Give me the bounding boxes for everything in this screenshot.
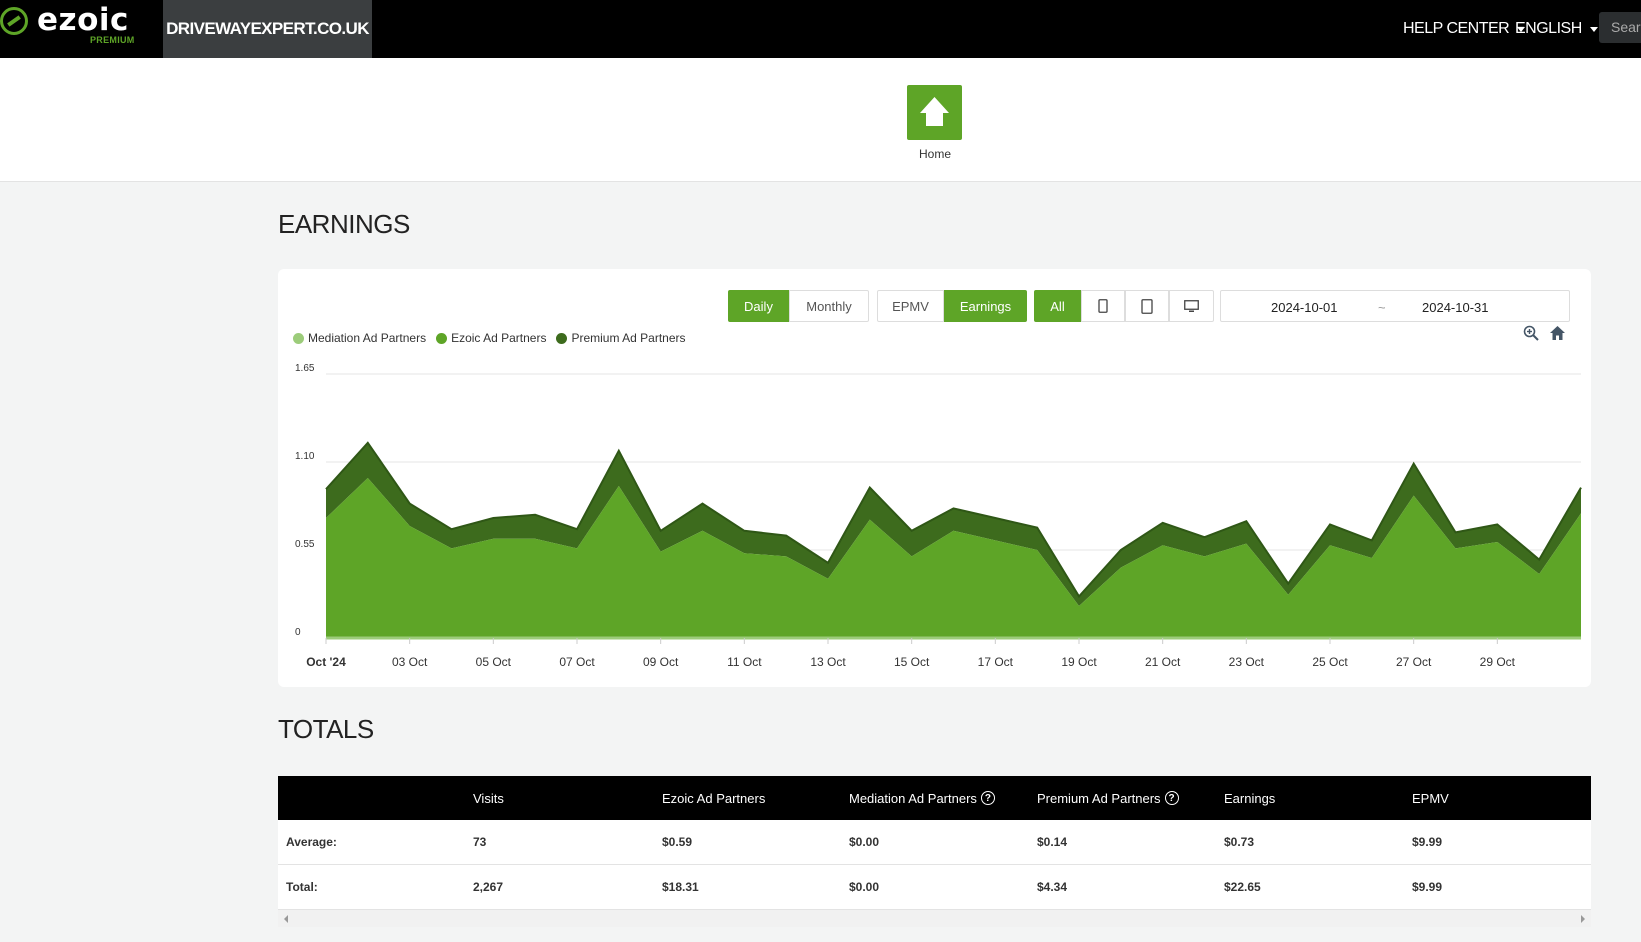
totals-title: TOTALS (278, 714, 374, 744)
x-tick-label: 05 Oct (476, 655, 512, 669)
zoom-icon[interactable] (1523, 325, 1539, 341)
home-label: Home (918, 147, 951, 161)
y-tick-label: 1.10 (295, 451, 315, 462)
column-header-visits: Visits (473, 790, 504, 806)
help-icon[interactable]: ? (1164, 791, 1179, 805)
scroll-right-icon[interactable] (1581, 915, 1585, 923)
row-label: Total: (286, 880, 318, 894)
x-tick-label: 29 Oct (1480, 655, 1516, 669)
legend-item-mediation[interactable]: Mediation Ad Partners (293, 331, 426, 345)
x-tick-label: 27 Oct (1396, 655, 1432, 669)
desktop-button[interactable] (1169, 290, 1214, 322)
x-tick-label: 09 Oct (643, 655, 679, 669)
logo-text: ezoic (37, 2, 129, 38)
table-header: Visits Ezoic Ad Partners Mediation Ad Pa… (278, 776, 1591, 820)
y-tick-label: 1.65 (295, 363, 315, 374)
cell-visits: 73 (473, 835, 487, 849)
site-selector[interactable]: DRIVEWAYEXPERT.CO.UK (163, 0, 372, 58)
x-tick-label: 03 Oct (392, 655, 428, 669)
x-tick-label: 25 Oct (1312, 655, 1348, 669)
legend-dot (436, 332, 448, 344)
x-tick-label: 13 Oct (810, 655, 846, 669)
x-tick-label: 21 Oct (1145, 655, 1181, 669)
cell-mediation: $0.00 (849, 880, 880, 894)
tablet-button[interactable] (1125, 290, 1169, 322)
y-tick-label: 0 (295, 627, 301, 638)
home-icon (920, 97, 949, 126)
legend-label: Mediation Ad Partners (308, 331, 427, 345)
legend-dot (556, 332, 568, 344)
x-tick-label: 17 Oct (978, 655, 1014, 669)
date-range-picker[interactable]: 2024-10-01 ~ 2024-10-31 (1220, 290, 1570, 322)
column-header-label: Premium Ad Partners (1037, 790, 1161, 806)
help-icon[interactable]: ? (980, 791, 995, 805)
earnings-button[interactable]: Earnings (944, 290, 1027, 322)
legend-label: Ezoic Ad Partners (451, 331, 547, 345)
cell-earnings: $0.73 (1224, 835, 1255, 849)
cell-premium: $0.14 (1037, 835, 1068, 849)
cell-mediation: $0.00 (849, 835, 880, 849)
earnings-chart: 0 0.55 1.10 1.65 Oct '24 03 Oct 05 Oct 07 Oct 09… (295, 363, 1582, 669)
column-header-premium: Premium Ad Partners ? (1037, 776, 1179, 820)
column-header-mediation: Mediation Ad Partners ? (849, 776, 995, 820)
legend-dot (293, 332, 304, 344)
column-header-earnings: Earnings (1224, 790, 1276, 806)
table-row: Average: 73 $0.59 $0.00 $0.14 $0.73 $9.9… (278, 820, 1591, 865)
column-header-ezoic: Ezoic Ad Partners (662, 790, 766, 806)
scroll-left-icon[interactable] (284, 915, 288, 923)
reset-zoom-home-icon[interactable] (1549, 325, 1566, 341)
home-button[interactable] (907, 85, 962, 140)
column-header-epmv: EPMV (1412, 790, 1449, 806)
ezoic-logo-icon (0, 7, 28, 35)
mobile-button[interactable] (1081, 290, 1125, 322)
logo-subtitle: PREMIUM (90, 35, 135, 45)
cell-visits: 2,267 (473, 880, 504, 894)
cell-ezoic: $18.31 (662, 880, 699, 894)
totals-table: Visits Ezoic Ad Partners Mediation Ad Pa… (278, 776, 1591, 910)
row-label: Average: (286, 835, 337, 849)
date-to[interactable]: 2024-10-31 (1422, 300, 1489, 315)
date-from[interactable]: 2024-10-01 (1271, 300, 1338, 315)
table-horizontal-scrollbar[interactable] (278, 910, 1591, 927)
metric-toggle: EPMV Earnings (877, 290, 1027, 322)
device-toggle: All (1034, 290, 1214, 322)
home-strip (0, 58, 1641, 182)
cell-epmv: $9.99 (1412, 835, 1443, 849)
x-tick-label: Oct '24 (306, 655, 346, 669)
period-toggle: Daily Monthly (728, 290, 869, 322)
phone-icon (1098, 299, 1108, 313)
monthly-button[interactable]: Monthly (789, 290, 869, 322)
x-tick-label: 11 Oct (727, 655, 762, 669)
cell-earnings: $22.65 (1224, 880, 1261, 894)
help-center-menu[interactable]: HELP CENTER (1403, 0, 1526, 58)
earnings-title: EARNINGS (278, 209, 410, 239)
y-tick-label: 0.55 (295, 539, 315, 550)
date-separator: ~ (1378, 300, 1386, 315)
ezoic-logo[interactable]: ezoic PREMIUM (0, 0, 163, 58)
legend-item-ezoic[interactable]: Ezoic Ad Partners (436, 331, 546, 345)
help-center-label: HELP CENTER (1403, 20, 1510, 37)
desktop-icon (1184, 299, 1199, 312)
top-navbar: ezoic PREMIUM DRIVEWAYEXPERT.CO.UK HELP … (0, 0, 1641, 58)
x-tick-label: 07 Oct (559, 655, 595, 669)
daily-button[interactable]: Daily (728, 290, 789, 322)
legend-item-premium[interactable]: Premium Ad Partners (556, 331, 686, 345)
cell-epmv: $9.99 (1412, 880, 1443, 894)
table-row: Total: 2,267 $18.31 $0.00 $4.34 $22.65 $… (278, 865, 1591, 910)
search-input[interactable]: Searc (1599, 12, 1641, 43)
chevron-down-icon (1589, 26, 1598, 32)
epmv-button[interactable]: EPMV (877, 290, 944, 322)
cell-premium: $4.34 (1037, 880, 1068, 894)
chart-legend: Mediation Ad Partners Ezoic Ad Partners … (293, 331, 696, 345)
cell-ezoic: $0.59 (662, 835, 693, 849)
language-label: ENGLISH (1515, 20, 1582, 37)
all-devices-button[interactable]: All (1034, 290, 1081, 322)
x-tick-label: 15 Oct (894, 655, 930, 669)
x-tick-label: 23 Oct (1229, 655, 1265, 669)
tablet-icon (1141, 298, 1153, 314)
x-tick-label: 19 Oct (1061, 655, 1097, 669)
legend-label: Premium Ad Partners (571, 331, 686, 345)
language-menu[interactable]: ENGLISH (1515, 0, 1598, 58)
column-header-label: Mediation Ad Partners (849, 790, 977, 806)
